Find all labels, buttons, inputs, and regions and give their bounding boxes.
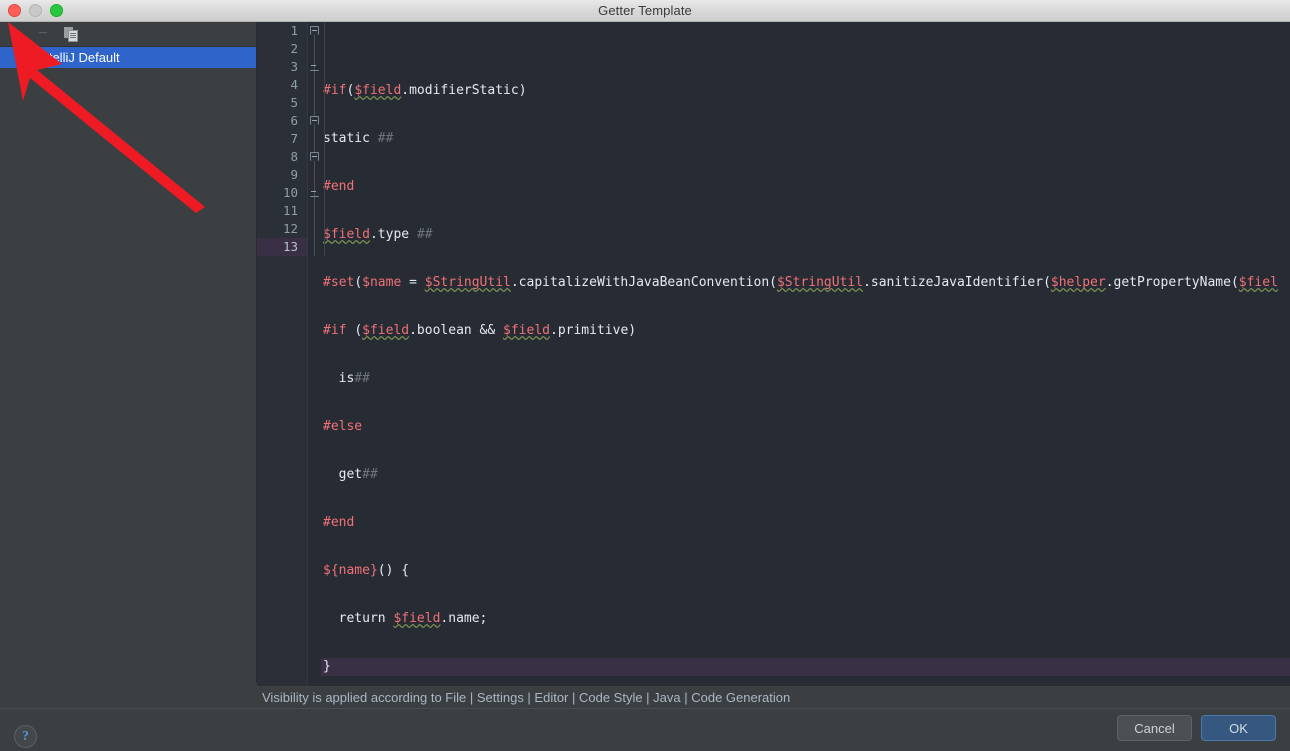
fold-collapse-icon[interactable] [310, 116, 319, 125]
remove-template-button[interactable]: − [32, 24, 54, 45]
line-number: 8 [290, 149, 298, 164]
cancel-button[interactable]: Cancel [1117, 715, 1192, 741]
code-line[interactable]: #if ($field.boolean && $field.primitive) [321, 322, 1290, 340]
line-number: 6 [290, 113, 298, 128]
list-item[interactable]: IntelliJ Default [0, 47, 256, 68]
code-line[interactable]: #set($name = $StringUtil.capitalizeWithJ… [321, 274, 1290, 292]
code-line[interactable]: ${name}() { [321, 562, 1290, 580]
fold-collapse-icon[interactable] [310, 26, 319, 35]
fold-row [308, 202, 321, 220]
code-line[interactable]: static ## [321, 130, 1290, 148]
fold-row [308, 148, 321, 166]
indent-guide [324, 22, 325, 256]
template-name-label: IntelliJ Default [38, 50, 120, 65]
fold-row [308, 238, 321, 256]
code-line[interactable]: #end [321, 178, 1290, 196]
window-title: Getter Template [598, 3, 692, 18]
fold-row [308, 220, 321, 238]
window-titlebar: Getter Template [0, 0, 1290, 22]
fold-row [308, 22, 321, 40]
traffic-lights [8, 4, 63, 17]
code-line[interactable]: #end [321, 514, 1290, 532]
copy-icon[interactable] [60, 24, 82, 45]
zoom-button[interactable] [50, 4, 63, 17]
add-template-button[interactable]: + [4, 24, 26, 45]
line-number: 3 [290, 59, 298, 74]
code-line[interactable]: $field.type ## [321, 226, 1290, 244]
line-number: 12 [282, 221, 298, 236]
templates-sidebar: + − IntelliJ Default [0, 22, 257, 683]
code-line[interactable]: #if($field.modifierStatic) [321, 82, 1290, 100]
fold-collapse-icon[interactable] [310, 152, 319, 161]
template-editor[interactable]: 1 2 3 4 5 6 7 8 9 10 11 12 13 #if($field… [257, 22, 1290, 686]
code-line[interactable]: return $field.name; [321, 610, 1290, 628]
code-line[interactable]: } [321, 658, 1290, 676]
code-folding-strip[interactable] [308, 22, 321, 686]
minimize-button[interactable] [29, 4, 42, 17]
line-number: 13 [257, 238, 307, 256]
code-line[interactable]: get## [321, 466, 1290, 484]
line-number: 11 [282, 203, 298, 218]
line-number: 5 [290, 95, 298, 110]
ok-button[interactable]: OK [1201, 715, 1276, 741]
code-line[interactable]: #else [321, 418, 1290, 436]
fold-row [308, 112, 321, 130]
close-button[interactable] [8, 4, 21, 17]
sidebar-toolbar: + − [0, 22, 256, 47]
fold-end-icon[interactable] [310, 188, 319, 197]
fold-row [308, 130, 321, 148]
fold-row [308, 58, 321, 76]
status-message: Visibility is applied according to File … [257, 686, 1290, 708]
editor-gutter: 1 2 3 4 5 6 7 8 9 10 11 12 13 [257, 22, 308, 686]
help-icon[interactable]: ? [14, 725, 37, 748]
fold-row [308, 76, 321, 94]
line-number: 10 [282, 185, 298, 200]
code-line[interactable]: is## [321, 370, 1290, 388]
dialog-footer: ? [0, 708, 1290, 751]
dialog-window: Getter Template + − IntelliJ Default 1 2… [0, 0, 1290, 751]
templates-list[interactable]: IntelliJ Default [0, 47, 256, 683]
fold-row [308, 166, 321, 184]
fold-row [308, 40, 321, 58]
fold-end-icon[interactable] [310, 62, 319, 71]
code-content[interactable]: #if($field.modifierStatic) static ## #en… [321, 22, 1290, 686]
line-number: 7 [290, 131, 298, 146]
fold-row [308, 184, 321, 202]
line-number: 1 [290, 23, 298, 38]
line-number: 2 [290, 41, 298, 56]
line-number: 9 [290, 167, 298, 182]
fold-row [308, 94, 321, 112]
line-number: 4 [290, 77, 298, 92]
